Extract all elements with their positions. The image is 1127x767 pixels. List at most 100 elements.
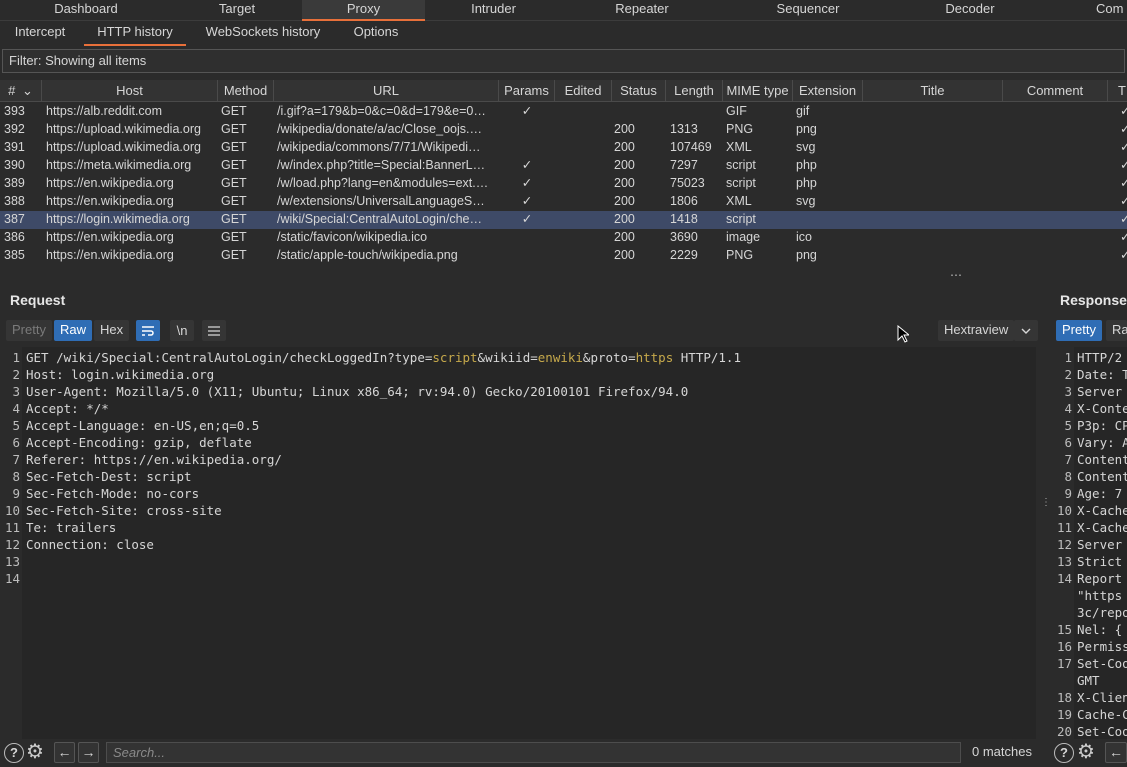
request-line: 5 Accept-Language: en-US,en;q=0.5 bbox=[0, 417, 1036, 434]
cell-number: 387 bbox=[4, 212, 25, 226]
cell-tls: ✓ bbox=[1120, 247, 1127, 265]
cell-extension: php bbox=[796, 158, 817, 172]
table-row[interactable]: 392 https://upload.wikimedia.org GET/wikip… bbox=[0, 121, 1127, 139]
sort-descending-icon: ⌄ bbox=[21, 83, 33, 98]
tab-dashboard[interactable]: Dashboard bbox=[0, 0, 172, 21]
cell-params: ✓ bbox=[521, 212, 533, 226]
request-search-input[interactable]: Search... bbox=[106, 742, 961, 763]
line-number: 12 bbox=[4, 537, 20, 552]
column-header-url[interactable]: URL bbox=[274, 80, 499, 102]
line-number: 10 bbox=[4, 503, 20, 518]
request-editor[interactable]: 1 GET /wiki/Special:CentralAutoLogin/chec… bbox=[0, 347, 1036, 739]
pretty-view-button[interactable]: Pretty bbox=[6, 320, 52, 341]
response-line: 13 Strict bbox=[1052, 553, 1127, 570]
response-editor[interactable]: 1 HTTP/2 2 Date: T 3 Server 4 X-Conte 5 P3p: CP 6 V… bbox=[1052, 347, 1127, 739]
line-number: 3 bbox=[1064, 384, 1072, 399]
column-header-title[interactable]: Title bbox=[863, 80, 1003, 102]
line-number: 7 bbox=[1064, 452, 1072, 467]
response-help-icon[interactable]: ? bbox=[1054, 743, 1074, 763]
cell-edited bbox=[555, 139, 612, 157]
table-row[interactable]: 390 https://meta.wikimedia.org GET/w/index… bbox=[0, 157, 1127, 175]
response-settings-gear-icon[interactable]: ⚙ bbox=[1077, 740, 1095, 764]
cell-url: /w/extensions/UniversalLanguageS… bbox=[277, 194, 485, 208]
cell-url: /wiki/Special:CentralAutoLogin/che… bbox=[277, 212, 482, 226]
cell-tls: ✓ bbox=[1120, 175, 1127, 193]
response-raw-view-button[interactable]: Ra bbox=[1106, 320, 1127, 341]
column-header-host[interactable]: Host bbox=[42, 80, 218, 102]
table-row[interactable]: 385 https://en.wikipedia.org GET/static/ap… bbox=[0, 247, 1127, 265]
hextraview-button[interactable]: Hextraview bbox=[938, 320, 1015, 341]
editor-menu-button[interactable] bbox=[202, 320, 226, 341]
http-history-table: # ⌄ Host Method URL Params Edited Status… bbox=[0, 80, 1127, 269]
cell-extension: php bbox=[796, 176, 817, 190]
table-row[interactable]: 389 https://en.wikipedia.org GET/w/load.ph… bbox=[0, 175, 1127, 193]
vertical-split-handle[interactable]: ⋮ bbox=[1041, 498, 1051, 508]
cell-params bbox=[499, 229, 555, 247]
cell-mime-type: PNG bbox=[726, 248, 754, 262]
cell-status: 200 bbox=[614, 176, 635, 190]
response-line: 19 Cache-C bbox=[1052, 706, 1127, 723]
response-line-text: X-Conte bbox=[1077, 401, 1127, 416]
word-wrap-toggle[interactable] bbox=[136, 320, 160, 341]
response-line: 12 Server bbox=[1052, 536, 1127, 553]
column-header-edited[interactable]: Edited bbox=[555, 80, 612, 102]
tab-intruder[interactable]: Intruder bbox=[425, 0, 562, 21]
cell-url: /wikipedia/commons/7/71/Wikipedi… bbox=[277, 140, 481, 154]
response-line: 7 Content bbox=[1052, 451, 1127, 468]
table-row[interactable]: 388 https://en.wikipedia.org GET/w/extensi… bbox=[0, 193, 1127, 211]
column-header-number[interactable]: # ⌄ bbox=[0, 80, 42, 102]
column-header-extension[interactable]: Extension bbox=[793, 80, 863, 102]
line-number: 4 bbox=[1064, 401, 1072, 416]
tab-repeater[interactable]: Repeater bbox=[562, 0, 722, 21]
table-row[interactable]: 387 https://login.wikimedia.org GET/wiki/S… bbox=[0, 211, 1127, 229]
request-line-segment: &proto= bbox=[582, 350, 636, 365]
column-header-status[interactable]: Status bbox=[612, 80, 666, 102]
table-row[interactable]: 386 https://en.wikipedia.org GET/static/fa… bbox=[0, 229, 1127, 247]
response-line-text: Server bbox=[1077, 384, 1123, 399]
response-search-previous-button[interactable]: ← bbox=[1105, 742, 1127, 763]
tab-proxy[interactable]: Proxy bbox=[302, 0, 425, 21]
table-row[interactable]: 393 https://alb.reddit.com GET/i.gif?a=179… bbox=[0, 103, 1127, 121]
tab-options[interactable]: Options bbox=[346, 21, 406, 46]
filter-bar[interactable]: Filter: Showing all items bbox=[2, 49, 1125, 73]
tab-sequencer[interactable]: Sequencer bbox=[722, 0, 894, 21]
column-header-mime-type[interactable]: MIME type bbox=[723, 80, 793, 102]
horizontal-split-handle[interactable]: ⋯ bbox=[950, 268, 963, 282]
show-newlines-toggle[interactable]: \n bbox=[170, 320, 194, 341]
table-row[interactable]: 391 https://upload.wikimedia.org GET/wikip… bbox=[0, 139, 1127, 157]
response-line: 14 Report bbox=[1052, 570, 1127, 587]
table-body: 393 https://alb.reddit.com GET/i.gif?a=179… bbox=[0, 103, 1127, 265]
hex-view-button[interactable]: Hex bbox=[94, 320, 130, 341]
raw-view-button[interactable]: Raw bbox=[54, 320, 93, 341]
request-line: 10 Sec-Fetch-Site: cross-site bbox=[0, 502, 1036, 519]
cell-url: /wikipedia/donate/a/ac/Close_oojs.… bbox=[277, 122, 482, 136]
tab-target[interactable]: Target bbox=[172, 0, 302, 21]
line-number: 19 bbox=[1056, 707, 1072, 722]
search-previous-button[interactable]: ← bbox=[54, 742, 75, 763]
cell-host: https://en.wikipedia.org bbox=[46, 194, 174, 208]
cell-extension bbox=[796, 211, 860, 229]
cell-host: https://en.wikipedia.org bbox=[46, 230, 174, 244]
settings-gear-icon[interactable]: ⚙ bbox=[26, 740, 44, 764]
column-header-tls[interactable]: TL bbox=[1108, 80, 1127, 102]
column-header-comment[interactable]: Comment bbox=[1003, 80, 1108, 102]
line-number: 7 bbox=[12, 452, 20, 467]
hextraview-dropdown-button[interactable] bbox=[1014, 320, 1038, 341]
line-number: 1 bbox=[12, 350, 20, 365]
tab-intercept[interactable]: Intercept bbox=[6, 21, 74, 46]
tab-http-history[interactable]: HTTP history bbox=[84, 21, 186, 46]
column-header-method[interactable]: Method bbox=[218, 80, 274, 102]
tab-decoder[interactable]: Decoder bbox=[894, 0, 1046, 21]
search-next-button[interactable]: → bbox=[78, 742, 99, 763]
column-header-params[interactable]: Params bbox=[499, 80, 555, 102]
line-number: 11 bbox=[1056, 520, 1072, 535]
tab-websockets-history[interactable]: WebSockets history bbox=[196, 21, 330, 46]
cell-number: 386 bbox=[4, 230, 25, 244]
column-header-length[interactable]: Length bbox=[666, 80, 723, 102]
response-pretty-view-button[interactable]: Pretty bbox=[1056, 320, 1102, 341]
table-header: # ⌄ Host Method URL Params Edited Status… bbox=[0, 80, 1127, 102]
response-line: 16 Permiss bbox=[1052, 638, 1127, 655]
tab-comparer[interactable]: Com bbox=[1096, 0, 1127, 21]
help-icon[interactable]: ? bbox=[4, 743, 24, 763]
request-line-text: Host: login.wikimedia.org bbox=[26, 367, 215, 382]
